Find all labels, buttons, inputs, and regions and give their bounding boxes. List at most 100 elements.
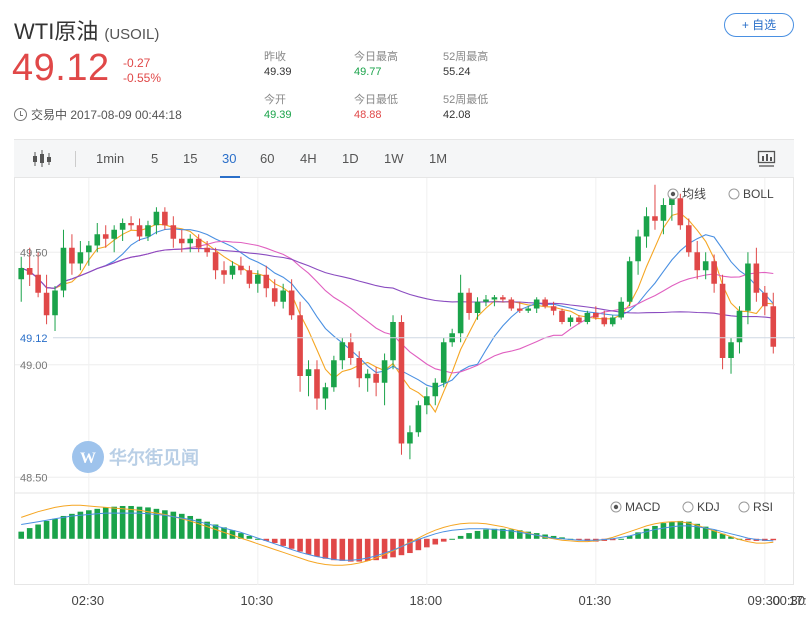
watermark: W 华尔街见闻 — [72, 441, 199, 473]
x-tick-label: 01:30 — [579, 593, 612, 608]
macd-bar — [685, 521, 692, 539]
macd-bar — [111, 506, 117, 539]
candle-body — [94, 234, 101, 246]
stat-value: 48.88 — [354, 109, 382, 121]
period-1w[interactable]: 1W — [384, 151, 404, 166]
candle-body — [153, 211, 160, 226]
candle-body — [711, 261, 717, 284]
macd-bar — [474, 530, 481, 539]
indicator-option-label: RSI — [753, 500, 773, 514]
candle-body — [390, 322, 396, 361]
stat-value: 49.77 — [354, 66, 382, 78]
candle-body — [542, 299, 548, 307]
ma20-line — [20, 240, 774, 374]
candle-body — [593, 313, 599, 318]
macd-bar — [280, 538, 286, 546]
candle-body — [424, 396, 430, 406]
macd-bar — [466, 533, 472, 539]
candle-body — [626, 261, 633, 302]
candle-body — [567, 317, 574, 322]
y-tick-label: 49.50 — [20, 247, 48, 259]
period-30[interactable]: 30 — [222, 151, 236, 166]
candle-body — [753, 263, 760, 293]
x-tick-label: 18:00 — [410, 593, 443, 608]
stat-label: 今日最高 — [354, 51, 398, 63]
chart-area[interactable]: W 华尔街见闻 49.50 49.00 48.50 49.12 均线 BOLL MACD… — [14, 178, 795, 585]
candle-body — [618, 301, 624, 318]
candle-body — [314, 369, 320, 399]
add-watchlist-button[interactable]: + 自选 — [724, 13, 794, 37]
stat-day-low: 今日最低 48.88 — [354, 93, 398, 123]
candle-body — [280, 290, 286, 302]
macd-bar — [119, 505, 126, 539]
candle-body — [457, 292, 464, 334]
candle-body — [685, 225, 692, 253]
candle-body — [440, 342, 447, 383]
macd-bar — [69, 513, 75, 539]
indicator-option-label: MACD — [625, 500, 661, 514]
period-15[interactable]: 15 — [183, 151, 197, 166]
candle-body — [643, 216, 650, 237]
candle-body — [483, 299, 489, 302]
candle-body — [576, 317, 582, 322]
indicator-option-label: KDJ — [697, 500, 720, 514]
candle-body — [609, 317, 616, 325]
overlay-option-label: BOLL — [743, 187, 774, 201]
period-4h[interactable]: 4H — [300, 151, 317, 166]
candle-body — [136, 225, 143, 237]
candle-body — [398, 322, 405, 444]
stat-label: 今开 — [264, 94, 286, 106]
watermark-logo-icon: W — [80, 450, 96, 467]
macd-bar — [449, 538, 455, 540]
status-text: 交易中 2017-08-09 00:44:18 — [31, 108, 182, 122]
stat-label: 52周最高 — [443, 51, 489, 63]
macd-bar — [314, 538, 320, 557]
macd-bar — [652, 525, 658, 539]
candle-body — [525, 308, 532, 311]
candle-body — [119, 223, 126, 230]
y-tick-label: 48.50 — [20, 472, 48, 484]
candle-body — [102, 234, 109, 239]
candlestick-type-icon[interactable] — [32, 149, 54, 169]
price-change: -0.27 -0.55% — [123, 56, 161, 86]
candle-body — [559, 310, 565, 322]
candle-body — [145, 225, 151, 237]
candlestick-chart[interactable]: W 华尔街见闻 49.50 49.00 48.50 49.12 均线 BOLL MACD… — [15, 178, 795, 585]
macd-bar — [390, 538, 396, 558]
period-1min[interactable]: 1min — [96, 151, 124, 166]
candle-body — [745, 263, 751, 311]
macd-bar — [618, 538, 624, 540]
candle-body — [60, 247, 67, 291]
macd-dif-line — [21, 504, 774, 566]
radio-boll — [728, 188, 740, 200]
macd-bar — [128, 505, 134, 539]
period-1d[interactable]: 1D — [342, 151, 359, 166]
candle-body — [533, 299, 540, 309]
stat-52w-high: 52周最高 55.24 — [443, 50, 488, 80]
macd-bar — [356, 538, 363, 562]
period-60[interactable]: 60 — [260, 151, 274, 166]
candle-body — [347, 342, 354, 358]
candle-body — [26, 268, 33, 275]
candle-body — [339, 342, 346, 361]
period-1m[interactable]: 1M — [429, 151, 447, 166]
macd-bar — [322, 538, 329, 559]
candle-body — [770, 306, 777, 347]
candle-body — [601, 317, 608, 325]
chart-settings-icon[interactable] — [757, 150, 777, 168]
candle-body — [297, 315, 303, 376]
candle-body — [516, 308, 523, 311]
stat-open: 今开 49.39 — [264, 93, 292, 123]
candle-body — [162, 211, 168, 226]
candle-body — [635, 236, 641, 262]
macd-bar — [305, 538, 312, 555]
candle-body — [762, 292, 768, 307]
candle-body — [381, 360, 388, 383]
stat-value: 42.08 — [443, 109, 471, 121]
x-tick-label: 00:30 — [772, 593, 805, 608]
period-5[interactable]: 5 — [151, 151, 158, 166]
candle-body — [415, 405, 422, 433]
candle-body — [43, 292, 50, 316]
candle-body — [550, 306, 557, 311]
candle-body — [432, 382, 439, 397]
